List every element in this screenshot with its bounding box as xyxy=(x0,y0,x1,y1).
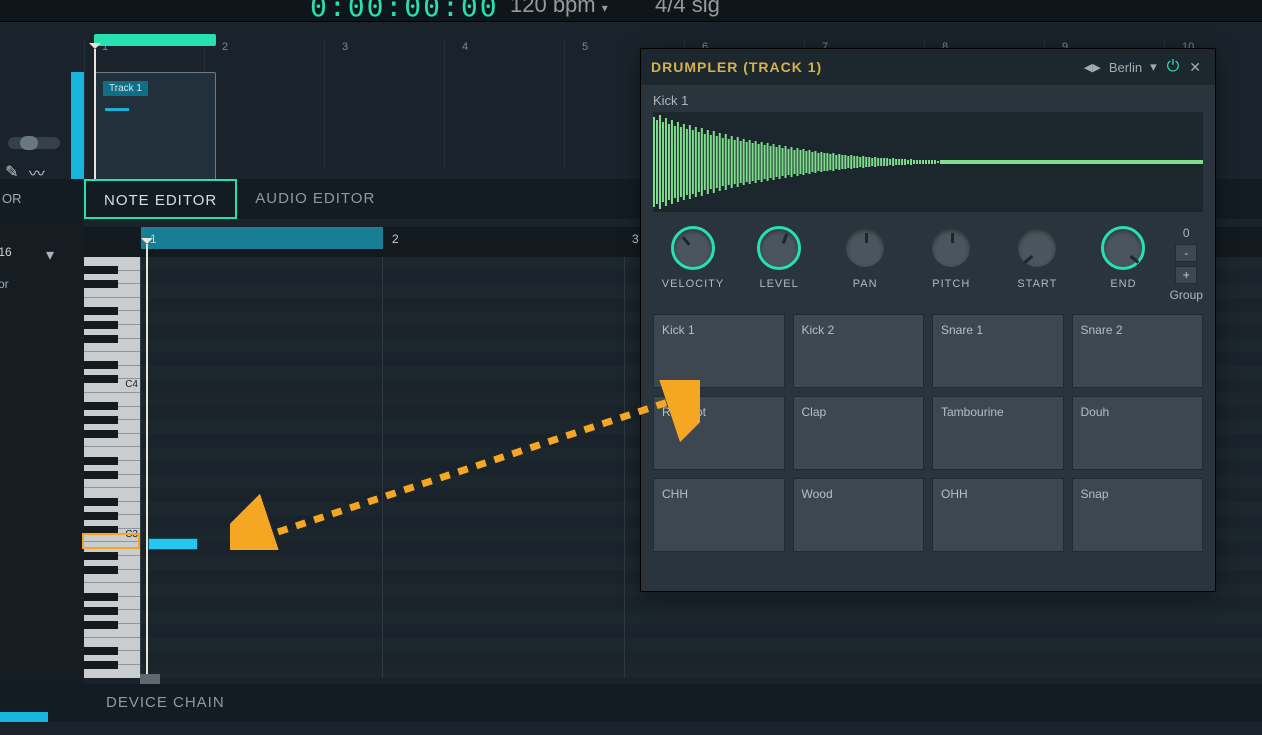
knob-level[interactable]: LEVEL xyxy=(739,226,819,290)
group-plus-button[interactable]: + xyxy=(1175,266,1197,284)
power-icon[interactable]: ⏻ xyxy=(1167,58,1180,76)
clip-note-preview xyxy=(105,108,129,111)
drum-pads: Kick 1 Kick 2 Snare 1 Snare 2 Rimshot Cl… xyxy=(641,314,1215,564)
group-control: 0 - + Group xyxy=(1170,226,1203,302)
octave-c3: C3 xyxy=(125,529,138,540)
drumpler-panel: DRUMPLER (TRACK 1) ◀▶ Berlin ▾ ⏻ ✕ Kick … xyxy=(640,48,1216,592)
knob-pan[interactable]: PAN xyxy=(825,226,905,290)
close-icon[interactable]: ✕ xyxy=(1189,59,1201,76)
sample-name: Kick 1 xyxy=(653,93,1203,108)
knob-pitch[interactable]: PITCH xyxy=(911,226,991,290)
preset-name: Berlin xyxy=(1109,60,1142,75)
drumpler-title: DRUMPLER (TRACK 1) xyxy=(651,59,822,75)
roll-side-label: or xyxy=(0,277,9,291)
roll-loop-bar[interactable] xyxy=(141,227,383,249)
grid-division[interactable]: /16 xyxy=(0,245,12,259)
tab-audio-editor[interactable]: AUDIO EDITOR xyxy=(237,179,393,219)
roll-sidebar: /16 ▾ or xyxy=(0,219,84,684)
timecode: 0:00:00:00 xyxy=(310,0,499,23)
waveform-display[interactable] xyxy=(653,112,1203,212)
octave-c4: C4 xyxy=(125,379,138,390)
pad-snare1[interactable]: Snare 1 xyxy=(932,314,1064,388)
h-scroll-thumb[interactable] xyxy=(140,674,160,684)
pad-kick1[interactable]: Kick 1 xyxy=(653,314,785,388)
device-chain-bar[interactable]: DEVICE CHAIN xyxy=(0,684,1262,722)
pad-snare2[interactable]: Snare 2 xyxy=(1072,314,1204,388)
pad-kick2[interactable]: Kick 2 xyxy=(793,314,925,388)
time-signature[interactable]: 4/4 sig xyxy=(655,0,720,18)
group-value: 0 xyxy=(1183,226,1190,240)
pad-clap[interactable]: Clap xyxy=(793,396,925,470)
transport-bar: 0:00:00:00 120 bpm ▾ 4/4 sig xyxy=(0,0,1262,22)
preset-selector[interactable]: ◀▶ Berlin ▾ xyxy=(1084,59,1157,75)
track-color xyxy=(71,72,84,186)
chevron-down-icon[interactable]: ▾ xyxy=(46,245,54,265)
preset-prev-next-icon[interactable]: ◀▶ xyxy=(1084,61,1101,74)
loop-region[interactable] xyxy=(94,34,216,46)
bpm-display[interactable]: 120 bpm ▾ xyxy=(510,0,608,18)
group-label: Group xyxy=(1170,288,1203,302)
pad-snap[interactable]: Snap xyxy=(1072,478,1204,552)
pad-chh[interactable]: CHH xyxy=(653,478,785,552)
tab-left-cut: OR xyxy=(0,191,22,206)
piano-keys[interactable]: C4 C3 xyxy=(84,257,140,678)
knob-start[interactable]: START xyxy=(997,226,1077,290)
knob-end[interactable]: END xyxy=(1083,226,1163,290)
pad-ohh[interactable]: OHH xyxy=(932,478,1064,552)
pad-rimshot[interactable]: Rimshot xyxy=(653,396,785,470)
knob-row: VELOCITY LEVEL PAN PITCH START END 0 - +… xyxy=(641,222,1215,314)
knob-velocity[interactable]: VELOCITY xyxy=(653,226,733,290)
pad-tambourine[interactable]: Tambourine xyxy=(932,396,1064,470)
chevron-down-icon[interactable]: ▾ xyxy=(1150,59,1157,75)
tab-note-editor[interactable]: NOTE EDITOR xyxy=(84,179,237,219)
device-chain-label: DEVICE CHAIN xyxy=(106,694,225,711)
drumpler-titlebar[interactable]: DRUMPLER (TRACK 1) ◀▶ Berlin ▾ ⏻ ✕ xyxy=(641,49,1215,85)
pad-wood[interactable]: Wood xyxy=(793,478,925,552)
pad-douh[interactable]: Douh xyxy=(1072,396,1204,470)
track-slider[interactable] xyxy=(8,137,60,149)
device-chain-color xyxy=(0,712,48,722)
group-minus-button[interactable]: - xyxy=(1175,244,1197,262)
midi-clip[interactable]: Track 1 xyxy=(94,72,216,182)
playhead[interactable] xyxy=(94,49,96,189)
midi-note[interactable] xyxy=(148,538,198,550)
clip-label: Track 1 xyxy=(103,81,148,96)
roll-playhead[interactable] xyxy=(146,244,148,674)
